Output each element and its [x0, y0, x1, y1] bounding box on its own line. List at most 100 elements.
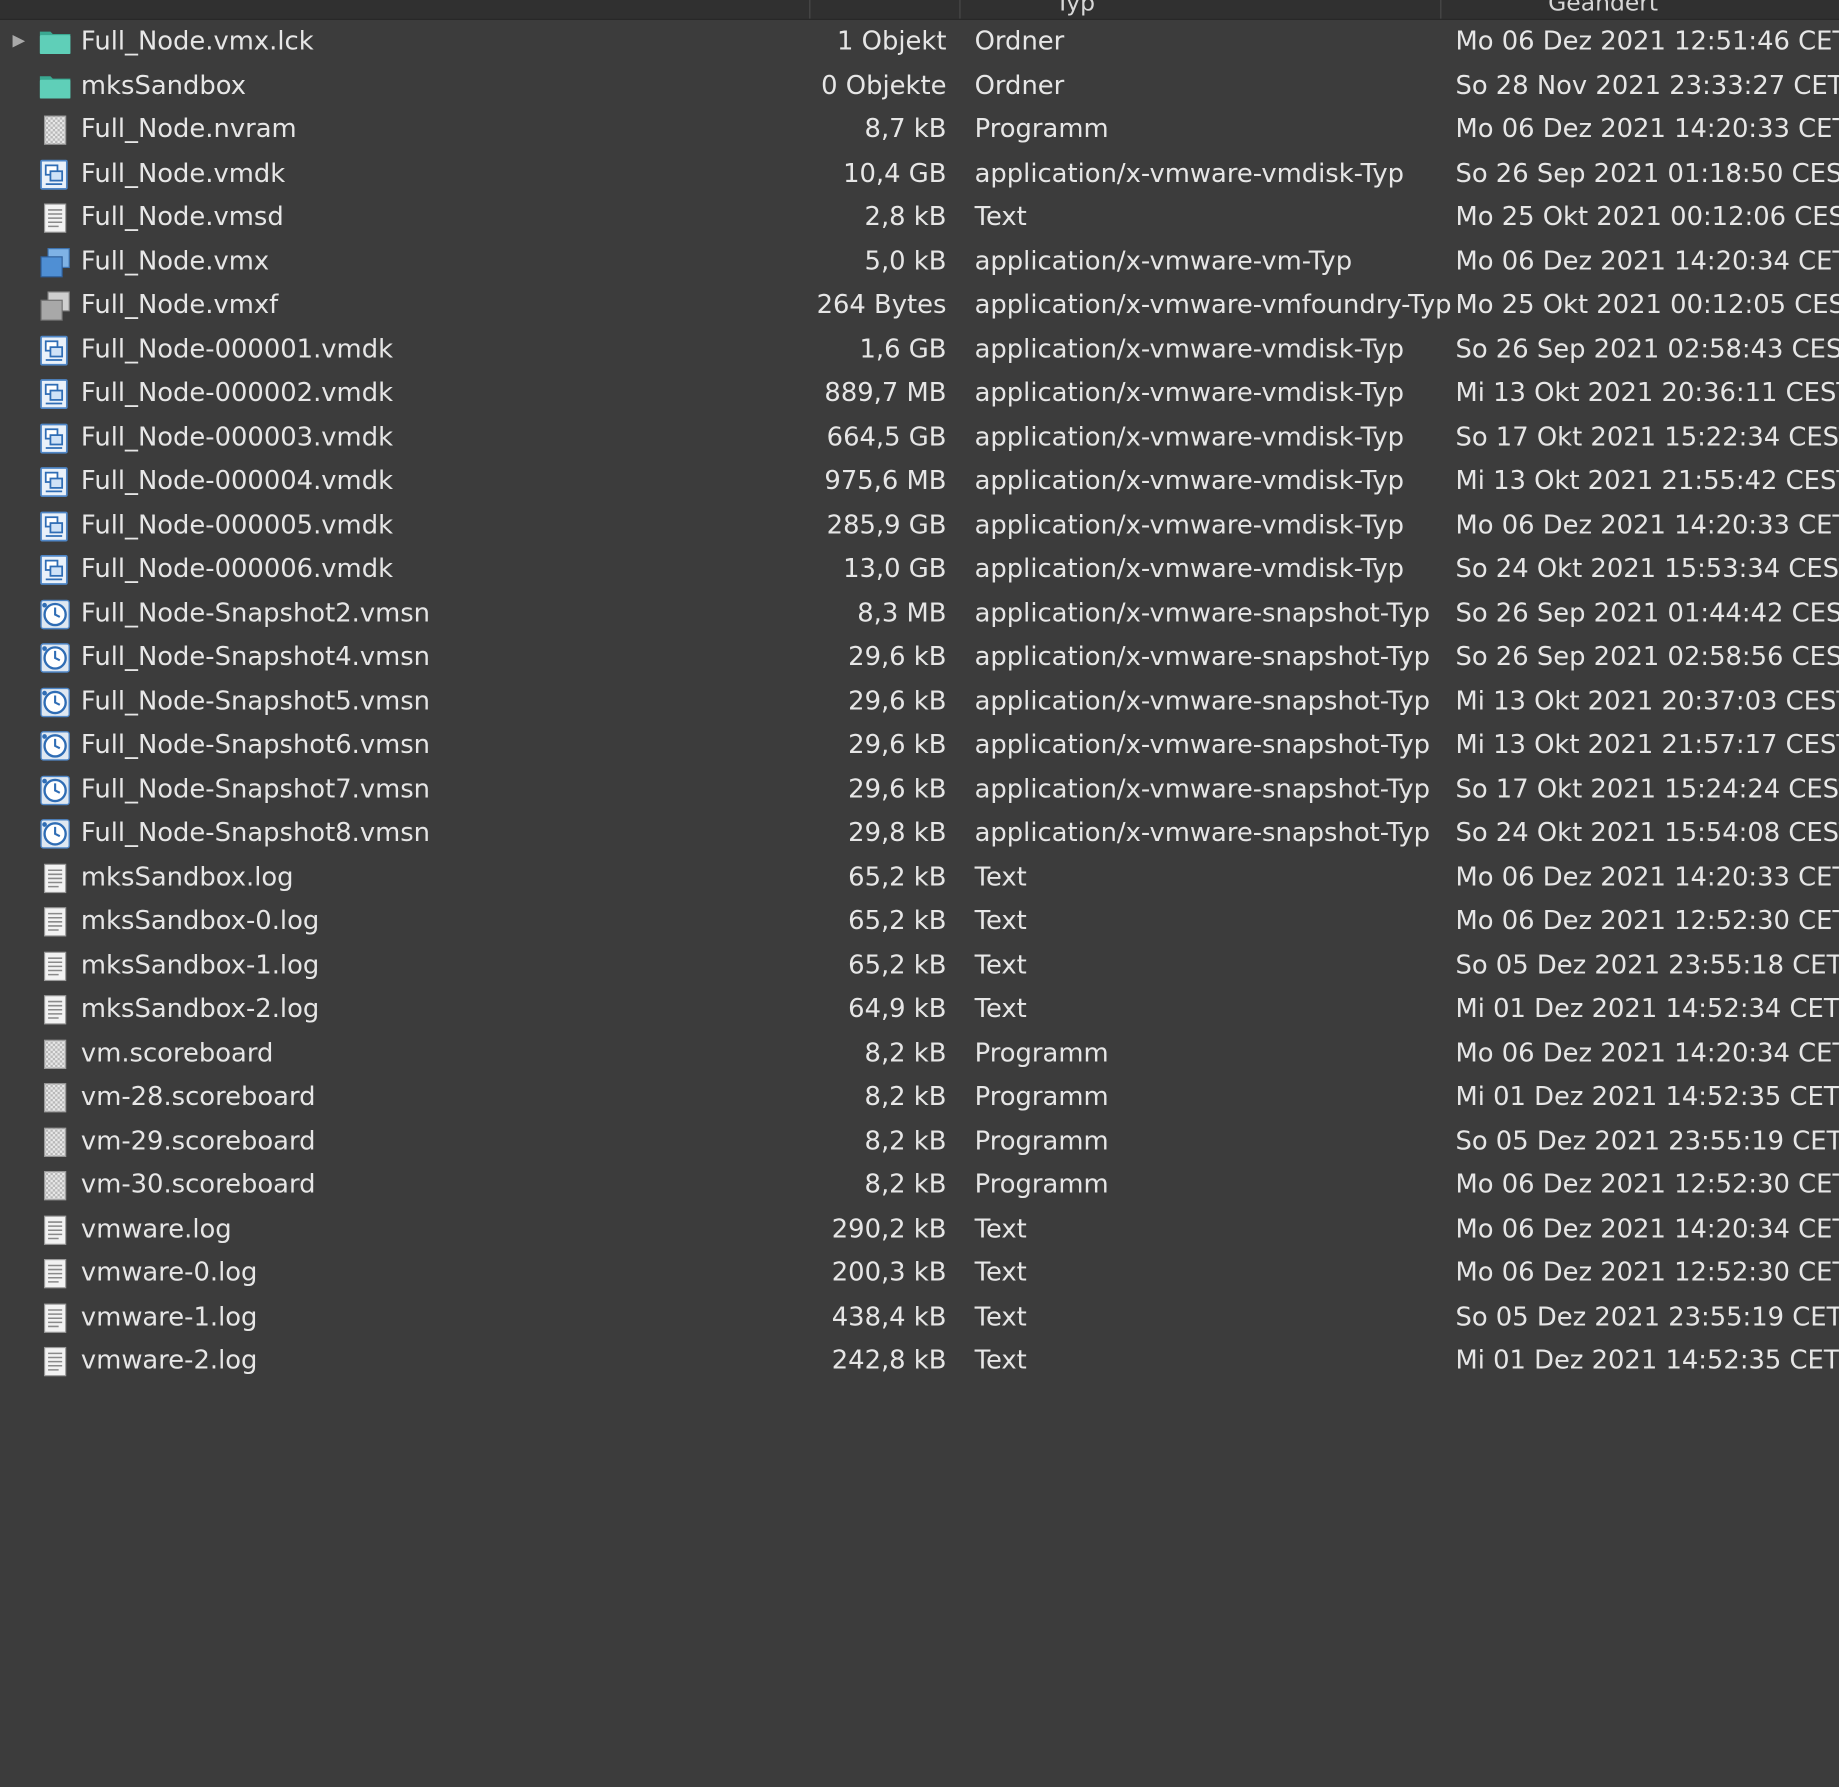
- file-name: mksSandbox-2.log: [80, 994, 320, 1024]
- file-row[interactable]: mksSandbox-0.log 65,2 kB Text Mo 06 Dez …: [0, 900, 1839, 944]
- file-modified: Mo 06 Dez 2021 12:51:46 CET: [1455, 26, 1839, 57]
- file-size: 8,7 kB: [864, 114, 947, 145]
- expander-arrow-icon[interactable]: ▶: [7, 20, 30, 64]
- file-row[interactable]: Full_Node-Snapshot4.vmsn 29,6 kB applica…: [0, 636, 1839, 680]
- file-row[interactable]: Full_Node.vmx 5,0 kB application/x-vmwar…: [0, 240, 1839, 284]
- file-size: 264 Bytes: [816, 290, 947, 321]
- file-row[interactable]: Full_Node-Snapshot6.vmsn 29,6 kB applica…: [0, 724, 1839, 768]
- file-row[interactable]: Full_Node.vmdk 10,4 GB application/x-vmw…: [0, 152, 1839, 196]
- text-file-icon: [39, 987, 72, 1031]
- file-row[interactable]: Full_Node-Snapshot5.vmsn 29,6 kB applica…: [0, 680, 1839, 724]
- column-separator[interactable]: [809, 0, 811, 19]
- column-separator[interactable]: [1440, 0, 1442, 19]
- file-row[interactable]: vm.scoreboard 8,2 kB Programm Mo 06 Dez …: [0, 1031, 1839, 1075]
- file-row[interactable]: mksSandbox 0 Objekte Ordner So 28 Nov 20…: [0, 64, 1839, 108]
- file-row[interactable]: Full_Node.vmsd 2,8 kB Text Mo 25 Okt 202…: [0, 196, 1839, 240]
- file-name: vmware.log: [80, 1214, 232, 1244]
- vmfoundry-icon: [39, 284, 72, 328]
- file-row[interactable]: vm-28.scoreboard 8,2 kB Programm Mi 01 D…: [0, 1075, 1839, 1119]
- file-name: Full_Node-Snapshot4.vmsn: [80, 642, 431, 673]
- file-row[interactable]: Full_Node-Snapshot2.vmsn 8,3 MB applicat…: [0, 592, 1839, 636]
- file-type: Ordner: [974, 26, 1065, 57]
- vmdisk-icon: [39, 372, 72, 416]
- file-modified: Mo 06 Dez 2021 12:52:30 CET: [1455, 1258, 1839, 1288]
- file-size: 975,6 MB: [824, 466, 947, 497]
- file-row[interactable]: Full_Node-000004.vmdk 975,6 MB applicati…: [0, 460, 1839, 504]
- file-row[interactable]: Full_Node-000003.vmdk 664,5 GB applicati…: [0, 416, 1839, 460]
- file-size: 0 Objekte: [821, 70, 947, 101]
- file-row[interactable]: vm-30.scoreboard 8,2 kB Programm Mo 06 D…: [0, 1163, 1839, 1207]
- text-file-icon: [39, 1207, 72, 1251]
- file-name: mksSandbox: [80, 70, 247, 101]
- file-name: Full_Node.nvram: [80, 114, 297, 145]
- expander-arrow-icon: [7, 240, 30, 284]
- file-name: Full_Node-000002.vmdk: [80, 378, 394, 409]
- file-modified: Mi 13 Okt 2021 20:36:11 CEST: [1455, 378, 1839, 409]
- file-size: 8,2 kB: [864, 1082, 947, 1112]
- file-row[interactable]: vmware-2.log 242,8 kB Text Mi 01 Dez 202…: [0, 1339, 1839, 1383]
- file-name: mksSandbox-1.log: [80, 950, 320, 980]
- file-row[interactable]: mksSandbox.log 65,2 kB Text Mo 06 Dez 20…: [0, 856, 1839, 900]
- file-list: ▶ Full_Node.vmx.lck 1 Objekt Ordner Mo 0…: [0, 20, 1839, 1383]
- column-header-modified[interactable]: Geändert: [1548, 0, 1658, 19]
- file-modified: So 17 Okt 2021 15:22:34 CEST: [1455, 422, 1839, 453]
- binary-file-icon: [39, 1163, 72, 1207]
- file-modified: Mo 06 Dez 2021 14:20:33 CET: [1455, 862, 1839, 892]
- file-type: application/x-vmware-vmdisk-Typ: [974, 378, 1405, 409]
- file-size: 1 Objekt: [837, 26, 947, 57]
- expander-arrow-icon: [7, 1031, 30, 1075]
- vmdisk-icon: [39, 460, 72, 504]
- file-modified: So 24 Okt 2021 15:54:08 CEST: [1455, 818, 1839, 848]
- file-row[interactable]: vmware.log 290,2 kB Text Mo 06 Dez 2021 …: [0, 1207, 1839, 1251]
- file-type: Programm: [974, 1170, 1109, 1200]
- text-file-icon: [39, 1295, 72, 1339]
- file-row[interactable]: Full_Node-Snapshot7.vmsn 29,6 kB applica…: [0, 768, 1839, 812]
- file-name: Full_Node.vmdk: [80, 158, 286, 189]
- file-name: Full_Node-000006.vmdk: [80, 554, 394, 585]
- file-row[interactable]: vmware-0.log 200,3 kB Text Mo 06 Dez 202…: [0, 1251, 1839, 1295]
- file-name: Full_Node.vmx.lck: [80, 26, 314, 57]
- file-row[interactable]: vm-29.scoreboard 8,2 kB Programm So 05 D…: [0, 1119, 1839, 1163]
- file-row[interactable]: vmware-1.log 438,4 kB Text So 05 Dez 202…: [0, 1295, 1839, 1339]
- expander-arrow-icon: [7, 152, 30, 196]
- column-header-bar: Typ Geändert: [0, 0, 1839, 20]
- file-modified: Mi 01 Dez 2021 14:52:34 CET: [1455, 994, 1839, 1024]
- file-row[interactable]: Full_Node-000002.vmdk 889,7 MB applicati…: [0, 372, 1839, 416]
- column-header-type[interactable]: Typ: [1056, 0, 1095, 19]
- binary-file-icon: [39, 1031, 72, 1075]
- file-row[interactable]: ▶ Full_Node.vmx.lck 1 Objekt Ordner Mo 0…: [0, 20, 1839, 64]
- text-file-icon: [39, 1339, 72, 1383]
- text-file-icon: [39, 944, 72, 988]
- file-modified: So 26 Sep 2021 01:44:42 CEST: [1455, 598, 1839, 629]
- column-separator[interactable]: [959, 0, 961, 19]
- file-type: Programm: [974, 1126, 1109, 1156]
- file-type: application/x-vmware-vmdisk-Typ: [974, 334, 1405, 365]
- file-size: 889,7 MB: [824, 378, 947, 409]
- file-row[interactable]: Full_Node-000006.vmdk 13,0 GB applicatio…: [0, 548, 1839, 592]
- file-row[interactable]: Full_Node.nvram 8,7 kB Programm Mo 06 De…: [0, 108, 1839, 152]
- file-row[interactable]: Full_Node-000001.vmdk 1,6 GB application…: [0, 328, 1839, 372]
- file-size: 13,0 GB: [843, 554, 947, 585]
- file-row[interactable]: Full_Node-Snapshot8.vmsn 29,8 kB applica…: [0, 812, 1839, 856]
- vmdisk-icon: [39, 152, 72, 196]
- file-size: 8,2 kB: [864, 1126, 947, 1156]
- file-row[interactable]: mksSandbox-1.log 65,2 kB Text So 05 Dez …: [0, 944, 1839, 988]
- file-row[interactable]: Full_Node.vmxf 264 Bytes application/x-v…: [0, 284, 1839, 328]
- vm-icon: [39, 240, 72, 284]
- file-row[interactable]: Full_Node-000005.vmdk 285,9 GB applicati…: [0, 504, 1839, 548]
- expander-arrow-icon: [7, 284, 30, 328]
- expander-arrow-icon: [7, 108, 30, 152]
- file-modified: So 26 Sep 2021 02:58:43 CEST: [1455, 334, 1839, 365]
- file-size: 200,3 kB: [831, 1258, 947, 1288]
- file-modified: So 24 Okt 2021 15:53:34 CEST: [1455, 554, 1839, 585]
- expander-arrow-icon: [7, 1295, 30, 1339]
- file-type: application/x-vmware-vmfoundry-Typ: [974, 290, 1452, 321]
- vmdisk-icon: [39, 416, 72, 460]
- file-type: application/x-vmware-snapshot-Typ: [974, 774, 1431, 804]
- binary-file-icon: [39, 108, 72, 152]
- file-type: Text: [974, 1258, 1027, 1288]
- expander-arrow-icon: [7, 460, 30, 504]
- file-modified: So 26 Sep 2021 01:18:50 CEST: [1455, 158, 1839, 189]
- file-modified: Mi 01 Dez 2021 14:52:35 CET: [1455, 1082, 1839, 1112]
- file-row[interactable]: mksSandbox-2.log 64,9 kB Text Mi 01 Dez …: [0, 987, 1839, 1031]
